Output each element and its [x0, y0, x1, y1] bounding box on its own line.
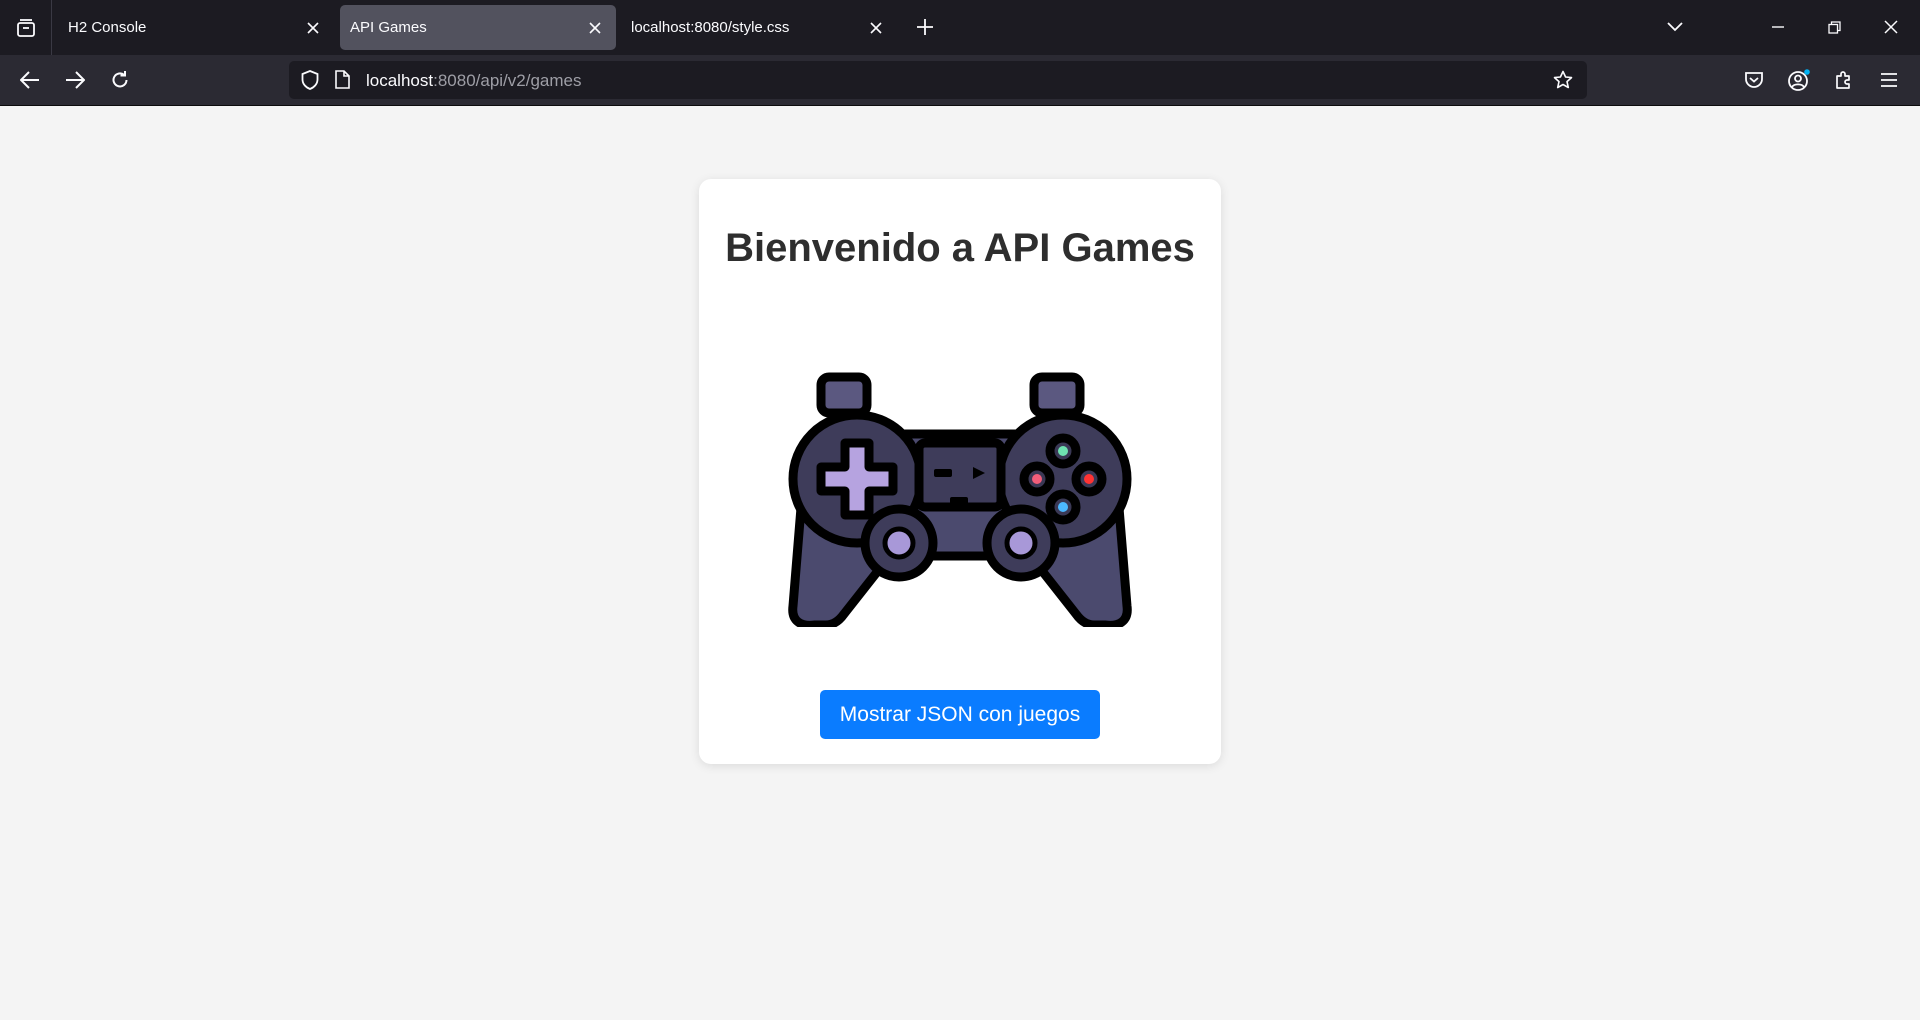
- pocket-icon: [1744, 71, 1764, 89]
- forward-button[interactable]: [57, 62, 93, 98]
- tab-api-games[interactable]: API Games: [340, 5, 616, 50]
- account-icon: [1787, 68, 1811, 92]
- tab-strip: H2 Console API Games localhost:8080/styl…: [0, 0, 1920, 55]
- close-icon[interactable]: [302, 17, 324, 39]
- menu-icon: [1880, 73, 1898, 87]
- url-text[interactable]: localhost:8080/api/v2/games: [366, 71, 582, 91]
- reload-button[interactable]: [102, 62, 138, 98]
- close-icon[interactable]: [865, 17, 887, 39]
- show-json-button[interactable]: Mostrar JSON con juegos: [820, 690, 1100, 739]
- tab-label: H2 Console: [68, 19, 147, 36]
- close-icon: [1884, 20, 1898, 34]
- restore-icon: [1827, 20, 1841, 34]
- extensions-button[interactable]: [1826, 62, 1862, 98]
- extensions-icon: [1834, 70, 1854, 90]
- tab-label: localhost:8080/style.css: [631, 19, 790, 36]
- close-icon[interactable]: [584, 17, 606, 39]
- reload-icon: [110, 70, 130, 90]
- chevron-down-icon: [1667, 22, 1683, 32]
- address-bar[interactable]: localhost:8080/api/v2/games: [289, 61, 1587, 99]
- page-title: Bienvenido a API Games: [725, 226, 1195, 270]
- new-tab-button[interactable]: [910, 12, 940, 42]
- back-button[interactable]: [12, 62, 48, 98]
- restore-button[interactable]: [1817, 10, 1851, 44]
- shield-icon[interactable]: [301, 70, 319, 90]
- plus-icon: [916, 18, 934, 36]
- gamepad-illustration: [769, 371, 1151, 627]
- page-icon[interactable]: [335, 70, 350, 89]
- url-host: localhost: [366, 71, 434, 90]
- url-path: :8080/api/v2/games: [433, 71, 582, 90]
- tab-list-button[interactable]: [0, 0, 52, 55]
- app-menu-button[interactable]: [1871, 62, 1907, 98]
- pocket-button[interactable]: [1736, 62, 1772, 98]
- close-window-button[interactable]: [1874, 10, 1908, 44]
- tab-label: API Games: [350, 19, 427, 36]
- account-button[interactable]: [1781, 62, 1817, 98]
- navigation-toolbar: localhost:8080/api/v2/games: [0, 55, 1920, 106]
- forward-icon: [65, 71, 85, 89]
- star-icon[interactable]: [1553, 70, 1573, 90]
- minimize-icon: [1772, 26, 1784, 28]
- list-all-tabs-button[interactable]: [1658, 10, 1692, 44]
- tab-style-css[interactable]: localhost:8080/style.css: [621, 5, 897, 50]
- tab-list-icon: [15, 17, 37, 39]
- welcome-card: Bienvenido a API Games Mostrar JSON con …: [699, 179, 1221, 764]
- tab-h2-console[interactable]: H2 Console: [58, 5, 334, 50]
- back-icon: [20, 71, 40, 89]
- minimize-button[interactable]: [1761, 10, 1795, 44]
